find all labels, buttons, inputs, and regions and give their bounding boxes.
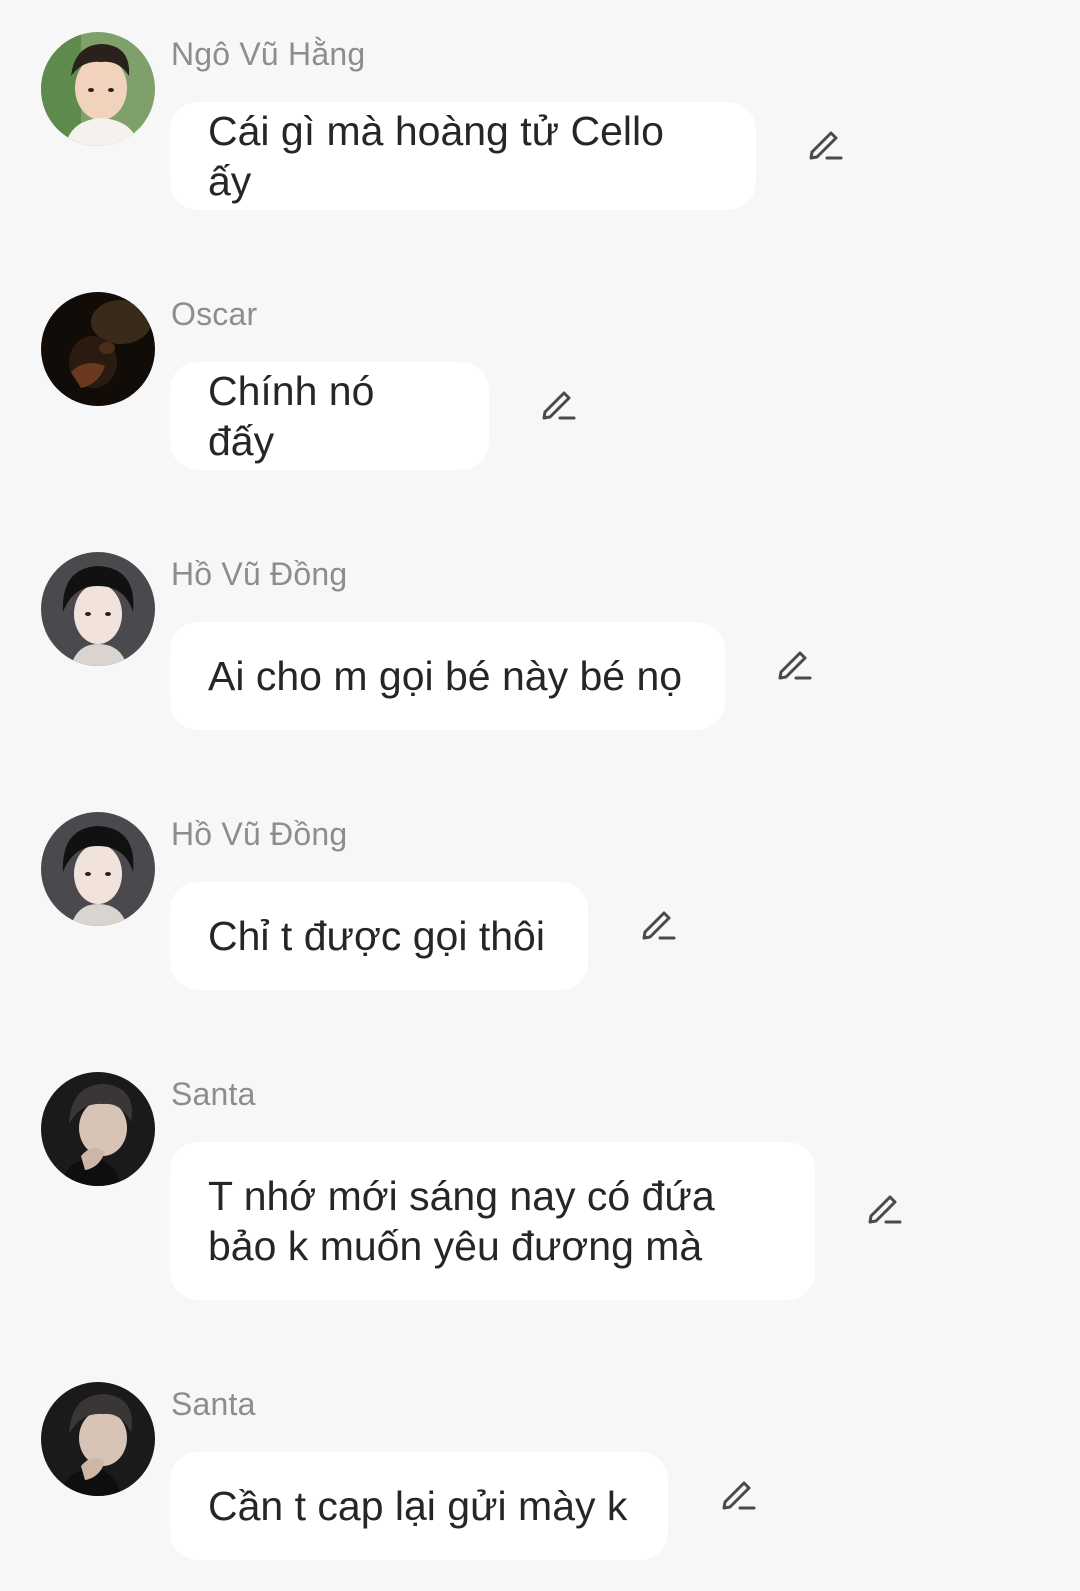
message-text: Ai cho m gọi bé này bé nọ bbox=[208, 653, 683, 699]
message-bubble[interactable]: T nhớ mới sáng nay có đứa bảo k muốn yêu… bbox=[170, 1142, 815, 1300]
avatar-photo-icon bbox=[41, 1072, 155, 1186]
message-text: Cái gì mà hoàng tử Cello ấy bbox=[208, 108, 664, 204]
avatar[interactable] bbox=[41, 32, 155, 146]
avatar-photo-icon bbox=[41, 1382, 155, 1496]
message-text: Chính nó đấy bbox=[208, 368, 375, 464]
avatar-photo-icon bbox=[41, 552, 155, 666]
edit-pencil-icon[interactable] bbox=[536, 382, 580, 426]
message-bubble[interactable]: Chính nó đấy bbox=[170, 362, 489, 470]
avatar[interactable] bbox=[41, 292, 155, 406]
avatar[interactable] bbox=[41, 552, 155, 666]
edit-pencil-icon[interactable] bbox=[636, 902, 680, 946]
avatar[interactable] bbox=[41, 1382, 155, 1496]
avatar[interactable] bbox=[41, 812, 155, 926]
message-bubble[interactable]: Cần t cap lại gửi mày k bbox=[170, 1452, 668, 1560]
message-text: Cần t cap lại gửi mày k bbox=[208, 1483, 628, 1529]
avatar-photo-icon bbox=[41, 812, 155, 926]
edit-pencil-icon[interactable] bbox=[716, 1472, 760, 1516]
avatar-photo-icon bbox=[41, 32, 155, 146]
sender-name: Santa bbox=[171, 1076, 256, 1112]
sender-name: Hồ Vũ Đồng bbox=[171, 816, 348, 852]
message-text: T nhớ mới sáng nay có đứa bảo k muốn yêu… bbox=[208, 1173, 715, 1269]
message-bubble[interactable]: Ai cho m gọi bé này bé nọ bbox=[170, 622, 725, 730]
sender-name: Oscar bbox=[171, 296, 258, 332]
chat-message-list[interactable]: Ngô Vũ Hằng Cái gì mà hoàng tử Cello ấy … bbox=[0, 0, 1080, 1591]
edit-pencil-icon[interactable] bbox=[772, 642, 816, 686]
edit-pencil-icon[interactable] bbox=[803, 122, 847, 166]
avatar[interactable] bbox=[41, 1072, 155, 1186]
message-text: Chỉ t được gọi thôi bbox=[208, 913, 545, 959]
avatar-photo-icon bbox=[41, 292, 155, 406]
sender-name: Ngô Vũ Hằng bbox=[171, 36, 366, 72]
sender-name: Santa bbox=[171, 1386, 256, 1422]
edit-pencil-icon[interactable] bbox=[862, 1186, 906, 1230]
sender-name: Hồ Vũ Đồng bbox=[171, 556, 348, 592]
message-bubble[interactable]: Chỉ t được gọi thôi bbox=[170, 882, 588, 990]
message-bubble[interactable]: Cái gì mà hoàng tử Cello ấy bbox=[170, 102, 756, 210]
